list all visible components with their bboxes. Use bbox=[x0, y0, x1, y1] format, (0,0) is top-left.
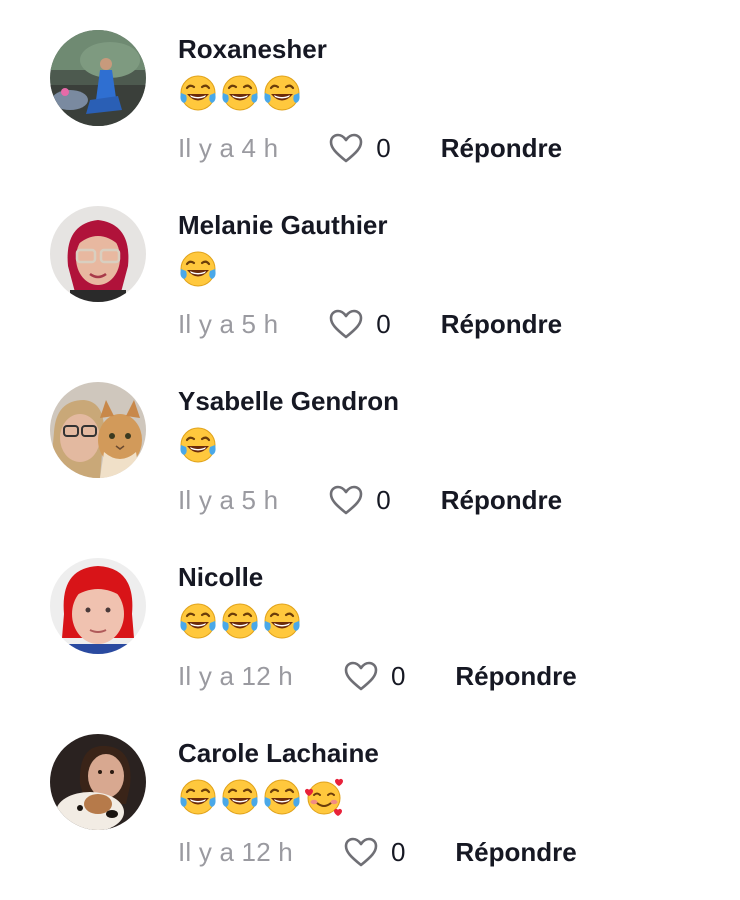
like-button[interactable]: 0 bbox=[328, 484, 391, 516]
avatar[interactable] bbox=[50, 30, 146, 126]
face-with-tears-of-joy-icon bbox=[220, 73, 260, 113]
comment-content bbox=[178, 248, 220, 290]
comment-item: Ysabelle Gendron Il y a 5 h 0 Répondre bbox=[0, 352, 740, 528]
like-count: 0 bbox=[376, 484, 391, 515]
like-button[interactable]: 0 bbox=[328, 308, 391, 340]
like-count: 0 bbox=[376, 132, 391, 163]
comment-username[interactable]: Nicolle bbox=[178, 562, 263, 593]
heart-icon bbox=[329, 309, 363, 339]
face-with-tears-of-joy-icon bbox=[220, 601, 260, 641]
like-count: 0 bbox=[390, 660, 406, 691]
comment-meta: Il y a 4 h 0 Répondre bbox=[178, 130, 562, 166]
comment-meta: Il y a 12 h 0 Répondre bbox=[178, 658, 577, 694]
comment-content bbox=[178, 424, 220, 466]
like-count: 0 bbox=[390, 836, 406, 867]
face-with-tears-of-joy-icon bbox=[262, 601, 302, 641]
comment-list: Roxanesher Il y a 4 h 0 Répondre Melanie… bbox=[0, 0, 740, 900]
comment-timestamp: Il y a 4 h bbox=[178, 132, 279, 163]
comment-username[interactable]: Melanie Gauthier bbox=[178, 210, 388, 241]
comment-timestamp: Il y a 5 h bbox=[178, 308, 279, 339]
reply-button[interactable]: Répondre bbox=[455, 837, 576, 868]
face-with-tears-of-joy-icon bbox=[178, 601, 218, 641]
avatar[interactable] bbox=[50, 558, 146, 654]
reply-button[interactable]: Répondre bbox=[441, 133, 562, 164]
comment-meta: Il y a 5 h 0 Répondre bbox=[178, 482, 562, 518]
avatar[interactable] bbox=[50, 206, 146, 302]
heart-icon bbox=[344, 661, 378, 691]
comment-timestamp: Il y a 5 h bbox=[178, 484, 279, 515]
like-button[interactable]: 0 bbox=[343, 660, 405, 692]
comment-username[interactable]: Roxanesher bbox=[178, 34, 327, 65]
like-button[interactable]: 0 bbox=[343, 836, 405, 868]
comment-username[interactable]: Ysabelle Gendron bbox=[178, 386, 399, 417]
smiling-face-with-hearts-icon bbox=[304, 777, 344, 817]
avatar[interactable] bbox=[50, 734, 146, 830]
face-with-tears-of-joy-icon bbox=[220, 777, 260, 817]
comment-meta: Il y a 12 h 0 Répondre bbox=[178, 834, 577, 870]
comment-content bbox=[178, 72, 304, 114]
like-button[interactable]: 0 bbox=[328, 132, 391, 164]
reply-button[interactable]: Répondre bbox=[441, 309, 562, 340]
comment-item: Carole Lachaine Il y a 12 h 0 Répondre bbox=[0, 704, 740, 880]
like-count: 0 bbox=[376, 308, 391, 339]
face-with-tears-of-joy-icon bbox=[262, 777, 302, 817]
heart-icon bbox=[344, 837, 378, 867]
comment-item: Roxanesher Il y a 4 h 0 Répondre bbox=[0, 0, 740, 176]
heart-icon bbox=[329, 133, 363, 163]
comment-item: Melanie Gauthier Il y a 5 h 0 Répondre bbox=[0, 176, 740, 352]
reply-button[interactable]: Répondre bbox=[441, 485, 562, 516]
avatar[interactable] bbox=[50, 382, 146, 478]
comment-timestamp: Il y a 12 h bbox=[178, 836, 293, 867]
face-with-tears-of-joy-icon bbox=[178, 249, 218, 289]
comment-content bbox=[178, 776, 346, 818]
comment-meta: Il y a 5 h 0 Répondre bbox=[178, 306, 562, 342]
heart-icon bbox=[329, 485, 363, 515]
face-with-tears-of-joy-icon bbox=[178, 777, 218, 817]
face-with-tears-of-joy-icon bbox=[178, 73, 218, 113]
face-with-tears-of-joy-icon bbox=[262, 73, 302, 113]
face-with-tears-of-joy-icon bbox=[178, 425, 218, 465]
comment-username[interactable]: Carole Lachaine bbox=[178, 738, 379, 769]
comment-content bbox=[178, 600, 304, 642]
reply-button[interactable]: Répondre bbox=[455, 661, 576, 692]
comment-item: Nicolle Il y a 12 h 0 Répondre bbox=[0, 528, 740, 704]
comment-timestamp: Il y a 12 h bbox=[178, 660, 293, 691]
